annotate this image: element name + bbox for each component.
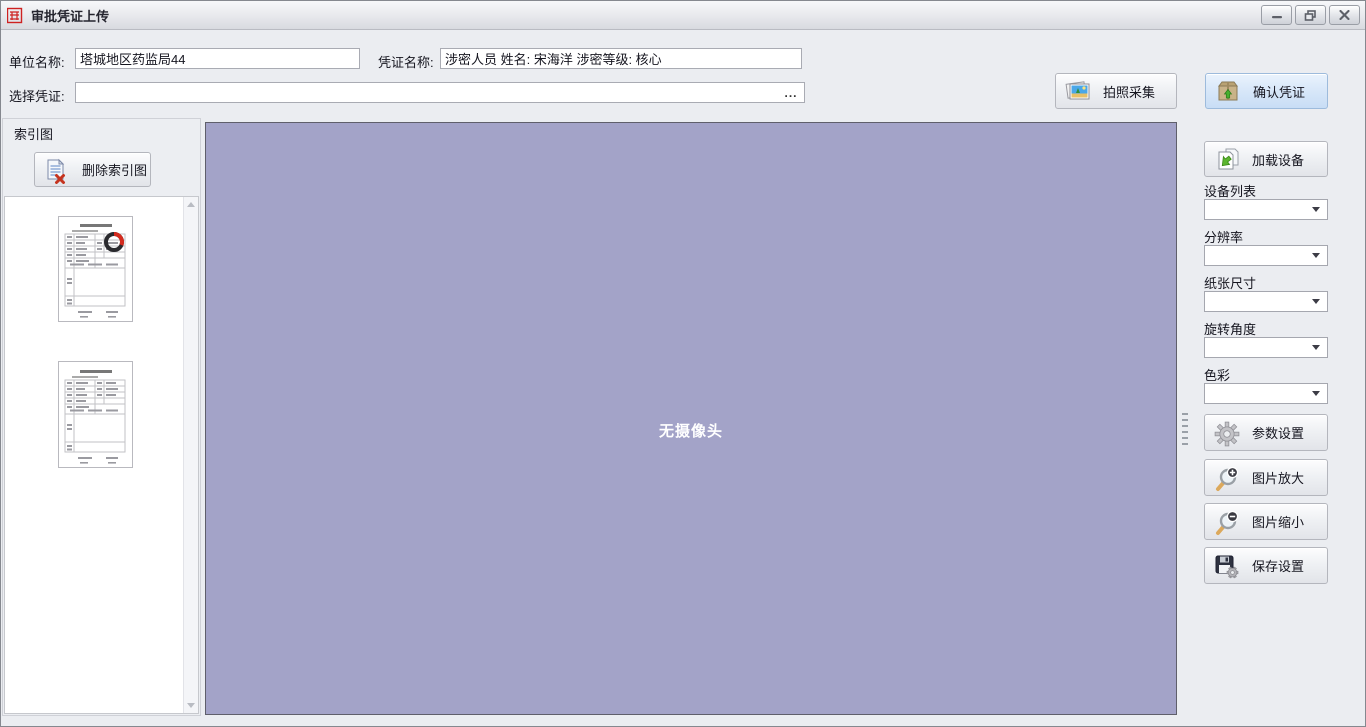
index-panel: 索引图 删除索引图 — [2, 118, 201, 716]
index-thumbnail-list[interactable] — [4, 196, 199, 714]
titlebar[interactable]: 审批凭证上传 — [1, 1, 1365, 30]
zoom-in-icon — [1214, 466, 1240, 490]
package-up-icon — [1215, 79, 1241, 103]
select-voucher-input[interactable] — [75, 82, 805, 103]
chevron-down-icon — [1312, 345, 1320, 350]
red-seal-icon — [7, 7, 24, 24]
zoom-out-icon — [1214, 510, 1240, 534]
chevron-down-icon — [1312, 207, 1320, 212]
save-settings-label: 保存设置 — [1252, 556, 1304, 575]
zoom-out-button[interactable]: 图片缩小 — [1204, 503, 1328, 540]
restore-icon[interactable] — [1295, 5, 1326, 25]
app-window: 审批凭证上传 单位名称: 凭证名称: 选择凭证: ... — [0, 0, 1366, 727]
vertical-splitter[interactable] — [1181, 118, 1189, 716]
chevron-down-icon — [1312, 253, 1320, 258]
document-arrow-icon — [1214, 147, 1240, 171]
rotation-angle-label: 旋转角度 — [1204, 319, 1256, 338]
zoom-in-button[interactable]: 图片放大 — [1204, 459, 1328, 496]
load-device-button[interactable]: 加载设备 — [1204, 141, 1328, 177]
voucher-name-input[interactable] — [440, 48, 802, 69]
document-delete-icon — [44, 158, 70, 182]
paper-size-label: 纸张尺寸 — [1204, 273, 1256, 292]
photos-icon — [1065, 79, 1091, 103]
capture-button-label: 拍照采集 — [1103, 82, 1155, 101]
window-title: 审批凭证上传 — [31, 6, 109, 25]
minimize-icon[interactable] — [1261, 5, 1292, 25]
index-panel-title: 索引图 — [14, 124, 53, 143]
save-settings-icon — [1214, 554, 1240, 578]
thumbnail-list-scrollbar[interactable] — [183, 197, 198, 713]
thumbnail-document-2[interactable] — [58, 361, 133, 471]
chevron-down-icon — [1312, 299, 1320, 304]
gear-icon — [1214, 421, 1240, 445]
confirm-button-label: 确认凭证 — [1253, 82, 1305, 101]
chevron-down-icon — [1312, 391, 1320, 396]
no-camera-text: 无摄像头 — [206, 420, 1176, 441]
unit-name-input[interactable] — [75, 48, 360, 69]
rotation-angle-select[interactable] — [1204, 337, 1328, 358]
window-controls — [1261, 5, 1360, 25]
zoom-out-label: 图片缩小 — [1252, 512, 1304, 531]
voucher-name-label: 凭证名称: — [378, 52, 434, 71]
parameter-settings-button[interactable]: 参数设置 — [1204, 414, 1328, 451]
color-mode-label: 色彩 — [1204, 365, 1230, 384]
delete-index-button-label: 删除索引图 — [82, 160, 147, 179]
camera-preview: 无摄像头 — [205, 122, 1177, 715]
splitter-grip-icon — [1182, 413, 1188, 447]
confirm-button[interactable]: 确认凭证 — [1205, 73, 1328, 109]
capture-button[interactable]: 拍照采集 — [1055, 73, 1177, 109]
scroll-up-icon[interactable] — [184, 197, 198, 212]
select-voucher-label: 选择凭证: — [9, 86, 65, 105]
parameter-settings-label: 参数设置 — [1252, 423, 1304, 442]
resolution-select[interactable] — [1204, 245, 1328, 266]
unit-name-label: 单位名称: — [9, 52, 65, 71]
thumbnail-document-1[interactable] — [58, 216, 133, 325]
device-list-label: 设备列表 — [1204, 181, 1256, 200]
load-device-button-label: 加载设备 — [1252, 150, 1304, 169]
close-icon[interactable] — [1329, 5, 1360, 25]
save-settings-button[interactable]: 保存设置 — [1204, 547, 1328, 584]
zoom-in-label: 图片放大 — [1252, 468, 1304, 487]
color-mode-select[interactable] — [1204, 383, 1328, 404]
device-list-select[interactable] — [1204, 199, 1328, 220]
scroll-down-icon[interactable] — [184, 698, 198, 713]
resolution-label: 分辨率 — [1204, 227, 1243, 246]
delete-index-button[interactable]: 删除索引图 — [34, 152, 151, 187]
paper-size-select[interactable] — [1204, 291, 1328, 312]
browse-ellipsis-button[interactable]: ... — [779, 84, 803, 101]
